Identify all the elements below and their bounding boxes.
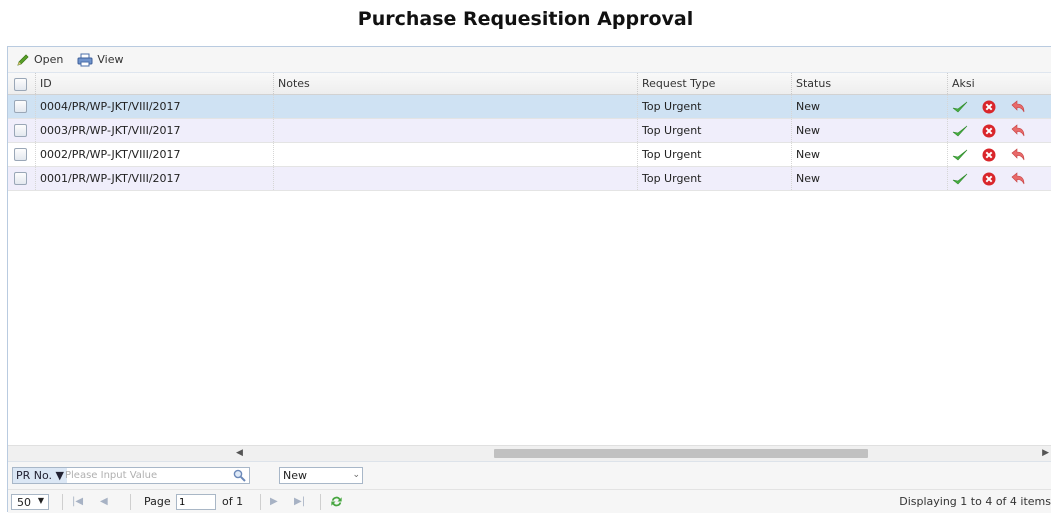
return-arrow-icon[interactable] xyxy=(1010,123,1026,139)
row-request-type: Top Urgent xyxy=(638,95,792,118)
caret-down-icon: ▼ xyxy=(37,496,44,505)
page-label: Page xyxy=(144,495,171,508)
row-status: New xyxy=(792,119,948,142)
filter-field-label: PR No. xyxy=(16,469,53,482)
row-notes xyxy=(274,167,638,190)
pencil-icon xyxy=(17,53,29,66)
chevron-down-icon: ⌄ xyxy=(352,470,360,480)
view-button[interactable]: View xyxy=(77,53,124,67)
open-button[interactable]: Open xyxy=(16,53,63,67)
refresh-icon[interactable] xyxy=(329,494,344,512)
reject-x-icon[interactable] xyxy=(981,123,997,139)
header-id[interactable]: ID xyxy=(36,73,274,94)
status-filter-select[interactable]: New ⌄ xyxy=(279,467,363,484)
page-total-label: of 1 xyxy=(222,495,244,508)
scroll-right-arrow-icon[interactable]: ▶ xyxy=(1042,448,1049,458)
row-checkbox[interactable] xyxy=(14,172,27,185)
pager-separator xyxy=(260,494,261,510)
header-request-type[interactable]: Request Type xyxy=(638,73,792,94)
table-row[interactable]: 0003/PR/WP-JKT/VIII/2017 Top Urgent New xyxy=(8,119,1051,143)
status-filter-value: New xyxy=(283,469,307,482)
previous-page-icon[interactable]: ◀ xyxy=(100,496,108,507)
approve-check-icon[interactable] xyxy=(952,171,968,187)
row-id: 0002/PR/WP-JKT/VIII/2017 xyxy=(36,143,274,166)
row-checkbox[interactable] xyxy=(14,148,27,161)
row-id: 0004/PR/WP-JKT/VIII/2017 xyxy=(36,95,274,118)
page-size-value: 50 xyxy=(17,496,31,509)
reject-x-icon[interactable] xyxy=(981,171,997,187)
page-title: Purchase Requesition Approval xyxy=(357,8,694,30)
page-size-select[interactable]: 50 ▼ xyxy=(11,494,49,510)
pager-separator xyxy=(130,494,131,510)
header-aksi[interactable]: Aksi xyxy=(948,73,1051,94)
horizontal-scrollbar[interactable]: ◀ ▶ xyxy=(8,445,1051,461)
purchase-requisition-grid: Open View ID Notes Request Type Status A… xyxy=(7,46,1051,513)
scroll-left-arrow-icon[interactable]: ◀ xyxy=(236,448,243,458)
reject-x-icon[interactable] xyxy=(981,147,997,163)
search-icon[interactable] xyxy=(233,469,246,485)
search-field: PR No. ▼ xyxy=(12,467,250,484)
first-page-icon[interactable]: |◀ xyxy=(72,496,83,507)
row-id: 0003/PR/WP-JKT/VIII/2017 xyxy=(36,119,274,142)
row-notes xyxy=(274,119,638,142)
display-count-text: Displaying 1 to 4 of 4 items xyxy=(899,495,1051,508)
approve-check-icon[interactable] xyxy=(952,123,968,139)
scrollbar-thumb[interactable] xyxy=(494,449,868,458)
filter-field-dropdown[interactable]: PR No. ▼ xyxy=(13,468,68,483)
filter-bar: PR No. ▼ New ⌄ xyxy=(8,461,1051,489)
row-request-type: Top Urgent xyxy=(638,119,792,142)
row-checkbox[interactable] xyxy=(14,100,27,113)
grid-header: ID Notes Request Type Status Aksi xyxy=(8,73,1051,95)
return-arrow-icon[interactable] xyxy=(1010,99,1026,115)
row-notes xyxy=(274,95,638,118)
header-select-all-cell xyxy=(8,73,36,94)
grid-toolbar: Open View xyxy=(8,47,1051,73)
select-all-checkbox[interactable] xyxy=(14,78,27,91)
row-request-type: Top Urgent xyxy=(638,143,792,166)
table-row[interactable]: 0002/PR/WP-JKT/VIII/2017 Top Urgent New xyxy=(8,143,1051,167)
search-input[interactable] xyxy=(63,468,227,483)
row-status: New xyxy=(792,143,948,166)
last-page-icon[interactable]: ▶| xyxy=(294,496,305,507)
view-button-label: View xyxy=(97,53,124,66)
open-button-label: Open xyxy=(34,53,64,66)
row-request-type: Top Urgent xyxy=(638,167,792,190)
pager-separator xyxy=(62,494,63,510)
page-number-input[interactable] xyxy=(176,494,216,510)
row-status: New xyxy=(792,95,948,118)
header-notes[interactable]: Notes xyxy=(274,73,638,94)
pagination-bar: 50 ▼ |◀ ◀ Page of 1 ▶ ▶| Displaying 1 to… xyxy=(8,489,1051,513)
return-arrow-icon[interactable] xyxy=(1010,171,1026,187)
table-row[interactable]: 0004/PR/WP-JKT/VIII/2017 Top Urgent New xyxy=(8,95,1051,119)
row-notes xyxy=(274,143,638,166)
approve-check-icon[interactable] xyxy=(952,147,968,163)
pager-separator xyxy=(320,494,321,510)
reject-x-icon[interactable] xyxy=(981,99,997,115)
row-checkbox[interactable] xyxy=(14,124,27,137)
row-status: New xyxy=(792,167,948,190)
row-id: 0001/PR/WP-JKT/VIII/2017 xyxy=(36,167,274,190)
next-page-icon[interactable]: ▶ xyxy=(270,496,278,507)
header-status[interactable]: Status xyxy=(792,73,948,94)
return-arrow-icon[interactable] xyxy=(1010,147,1026,163)
printer-icon xyxy=(77,53,93,66)
approve-check-icon[interactable] xyxy=(952,99,968,115)
table-row[interactable]: 0001/PR/WP-JKT/VIII/2017 Top Urgent New xyxy=(8,167,1051,191)
